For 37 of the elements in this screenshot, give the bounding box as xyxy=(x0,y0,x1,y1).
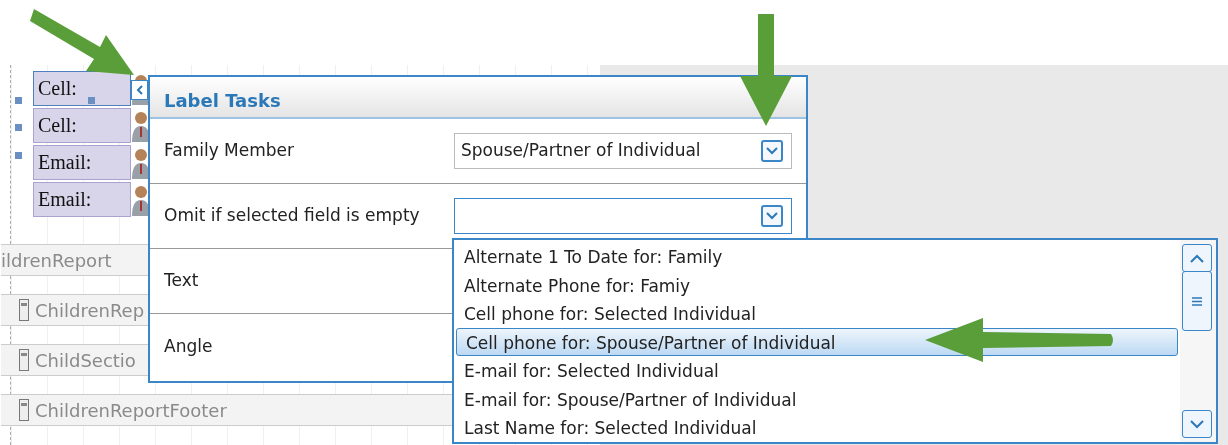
report-label[interactable]: Email: xyxy=(33,145,131,180)
scroll-thumb[interactable] xyxy=(1182,271,1212,331)
dropdown-option[interactable]: Alternate 1 To Date for: Family xyxy=(454,242,1180,271)
report-label[interactable]: Cell: xyxy=(33,71,131,106)
scroll-down-button[interactable] xyxy=(1182,410,1212,438)
band-icon xyxy=(19,299,29,321)
scrollbar[interactable] xyxy=(1180,240,1216,442)
person-icon xyxy=(131,109,151,142)
dropdown-option[interactable]: E-mail for: Selected Individual xyxy=(454,356,1180,385)
chevron-down-icon xyxy=(766,212,778,220)
chevron-left-icon xyxy=(135,85,144,95)
dropdown-field[interactable] xyxy=(454,198,792,234)
report-label[interactable]: Cell: xyxy=(33,108,131,143)
smart-tag-button[interactable] xyxy=(131,80,148,100)
dropdown-field[interactable]: Spouse/Partner of Individual xyxy=(454,133,792,169)
selection-handle[interactable] xyxy=(15,124,22,131)
dropdown-button[interactable] xyxy=(761,140,783,162)
dropdown-option[interactable]: Alternate Phone for: Famiy xyxy=(454,270,1180,299)
grip-icon xyxy=(1191,296,1203,306)
dropdown-option[interactable]: Cell phone for: Selected Individual xyxy=(454,299,1180,328)
field-label: Family Member xyxy=(164,139,296,163)
chevron-down-icon xyxy=(1190,419,1204,429)
selection-handle[interactable] xyxy=(15,152,22,159)
field-label: Omit if selected field is empty xyxy=(164,204,421,228)
chevron-down-icon xyxy=(766,147,778,155)
band-icon xyxy=(19,349,29,371)
dropdown-button[interactable] xyxy=(761,205,783,227)
report-label[interactable]: Email: xyxy=(33,182,131,217)
selection-handle[interactable] xyxy=(15,97,22,104)
field-label: Angle xyxy=(164,334,214,358)
chevron-up-icon xyxy=(1190,253,1204,263)
person-icon xyxy=(131,183,151,216)
band-icon xyxy=(19,399,29,421)
selection-handle[interactable] xyxy=(88,97,95,104)
person-icon xyxy=(131,146,151,179)
scroll-up-button[interactable] xyxy=(1182,244,1212,272)
field-label: Text xyxy=(164,269,200,293)
